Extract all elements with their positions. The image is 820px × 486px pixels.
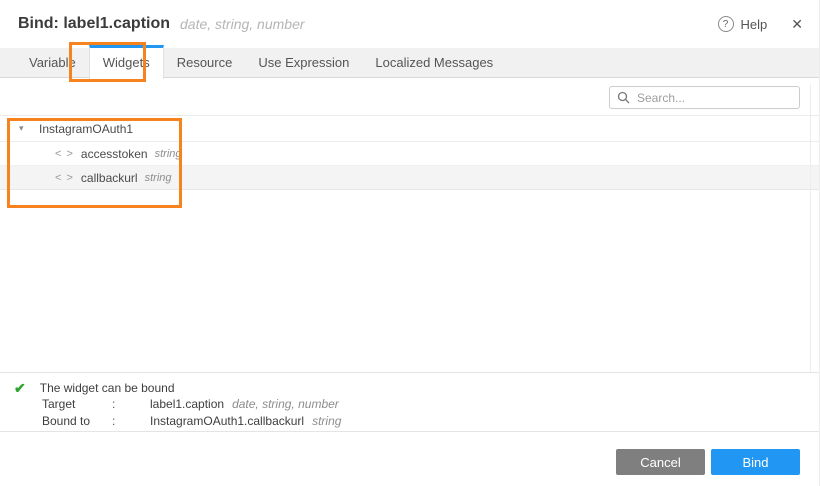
tree-node-label: callbackurl — [81, 171, 138, 185]
bind-button[interactable]: Bind — [711, 449, 800, 475]
status-row-label: Bound to — [42, 414, 112, 429]
dialog-footer: Cancel Bind — [0, 431, 819, 486]
scroll-track — [810, 84, 811, 372]
status-row-colon: : — [112, 397, 150, 412]
status-row-value-type: date, string, number — [232, 397, 339, 412]
dialog-title-types: date, string, number — [180, 16, 305, 32]
status-section: ✔ The widget can be bound Target : label… — [0, 372, 819, 431]
widget-tree: ▾ InstagramOAuth1 < > accesstoken string… — [0, 115, 819, 190]
dialog-title: Bind: label1.caption — [18, 15, 170, 33]
close-icon[interactable]: ✕ — [791, 16, 803, 33]
tree-node-label: accesstoken — [81, 147, 148, 161]
help-link[interactable]: Help — [741, 17, 768, 32]
code-brackets-icon: < > — [55, 172, 74, 184]
status-row-value: InstagramOAuth1.callbackurl — [150, 414, 304, 429]
check-icon: ✔ — [14, 382, 26, 394]
status-row-target: Target : label1.caption date, string, nu… — [42, 397, 819, 412]
dialog-header: Bind: label1.caption date, string, numbe… — [0, 0, 819, 48]
bind-dialog: Bind: label1.caption date, string, numbe… — [0, 0, 820, 486]
search-input[interactable] — [609, 86, 800, 109]
tab-widgets[interactable]: Widgets — [89, 45, 164, 79]
code-brackets-icon: < > — [55, 148, 74, 160]
tree-row-instagramoauth1[interactable]: ▾ InstagramOAuth1 — [0, 116, 819, 142]
status-row-value-type: string — [312, 414, 341, 429]
status-row-value: label1.caption — [150, 397, 224, 412]
tab-use-expression[interactable]: Use Expression — [245, 48, 362, 78]
search-box — [609, 86, 800, 109]
tree-node-type: string — [145, 172, 172, 184]
tree-row-accesstoken[interactable]: < > accesstoken string — [0, 142, 819, 166]
search-icon — [617, 91, 630, 104]
caret-down-icon[interactable]: ▾ — [19, 123, 30, 134]
tree-node-label: InstagramOAuth1 — [39, 122, 133, 136]
tree-row-callbackurl[interactable]: < > callbackurl string — [0, 166, 819, 190]
cancel-button[interactable]: Cancel — [616, 449, 705, 475]
tree-node-type: string — [155, 148, 182, 160]
status-row-bound-to: Bound to : InstagramOAuth1.callbackurl s… — [42, 414, 819, 429]
tab-localized-messages[interactable]: Localized Messages — [362, 48, 506, 78]
status-message: The widget can be bound — [40, 381, 175, 395]
tab-bar: Variable Widgets Resource Use Expression… — [0, 48, 819, 78]
tab-resource[interactable]: Resource — [164, 48, 246, 78]
status-row-colon: : — [112, 414, 150, 429]
widgets-panel: ▾ InstagramOAuth1 < > accesstoken string… — [0, 78, 819, 372]
help-icon[interactable]: ? — [718, 16, 734, 32]
status-row-label: Target — [42, 397, 112, 412]
tab-variable[interactable]: Variable — [16, 48, 89, 78]
